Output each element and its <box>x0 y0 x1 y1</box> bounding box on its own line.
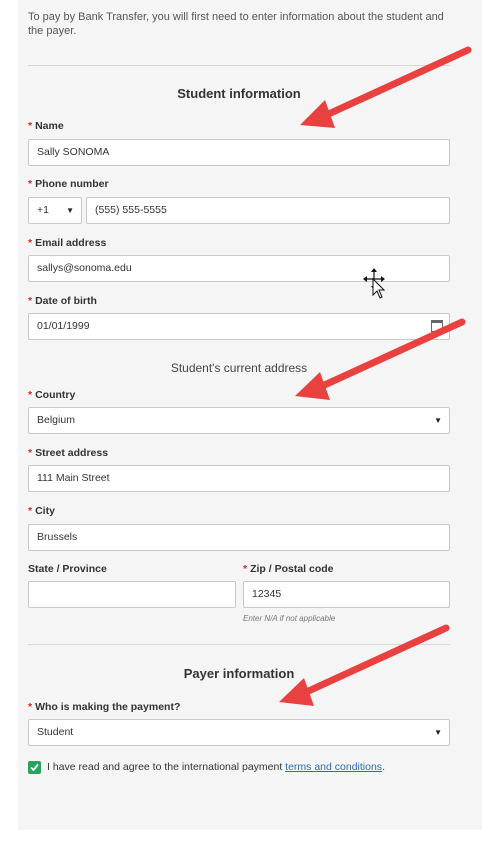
payer-label: * Who is making the payment? <box>28 701 181 713</box>
dob-label: * Date of birth <box>28 295 97 307</box>
student-section-title: Student information <box>177 86 301 101</box>
name-input[interactable]: Sally SONOMA <box>28 139 450 166</box>
terms-checkbox[interactable] <box>28 761 41 774</box>
email-label: * Email address <box>28 237 107 249</box>
check-icon <box>30 763 39 772</box>
email-input[interactable]: sallys@sonoma.edu <box>28 255 450 282</box>
state-label: State / Province <box>28 563 107 575</box>
name-label: * Name <box>28 120 64 132</box>
street-input[interactable]: 111 Main Street <box>28 465 450 492</box>
divider <box>28 644 450 645</box>
state-input[interactable] <box>28 581 236 608</box>
country-label: * Country <box>28 389 76 401</box>
city-input[interactable]: Brussels <box>28 524 450 551</box>
address-section-title: Student's current address <box>170 361 308 375</box>
intro-text: To pay by Bank Transfer, you will first … <box>28 11 444 37</box>
terms-link[interactable]: terms and conditions <box>285 761 382 773</box>
phone-label: * Phone number <box>28 178 109 190</box>
dob-input[interactable]: 01/01/1999 <box>28 313 450 340</box>
city-label: * City <box>28 505 55 517</box>
phone-country-code-select[interactable]: +1 ▼ <box>28 197 82 224</box>
zip-hint: Enter N/A if not applicable <box>243 614 336 623</box>
zip-label: * Zip / Postal code <box>243 563 334 575</box>
country-select[interactable]: Belgium ▼ <box>28 407 450 434</box>
zip-input[interactable]: 12345 <box>243 581 450 608</box>
terms-text: I have read and agree to the internation… <box>47 761 385 773</box>
chevron-down-icon: ▼ <box>434 416 442 425</box>
divider <box>28 65 450 66</box>
phone-input[interactable]: (555) 555-5555 <box>86 197 450 224</box>
payer-select[interactable]: Student ▼ <box>28 719 450 746</box>
chevron-down-icon: ▼ <box>434 728 442 737</box>
calendar-icon[interactable] <box>431 320 443 332</box>
street-label: * Street address <box>28 447 109 459</box>
payer-section-title: Payer information <box>183 666 295 681</box>
chevron-down-icon: ▼ <box>66 206 74 215</box>
